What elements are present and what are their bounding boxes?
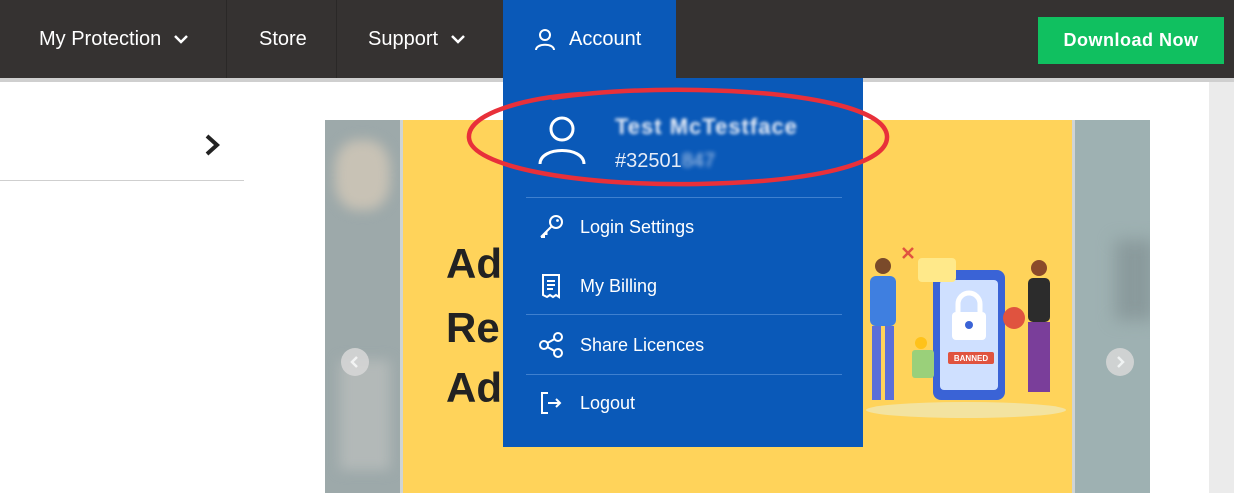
- nav-store-label: Store: [259, 27, 307, 50]
- nav-support[interactable]: Support: [368, 0, 466, 78]
- carousel-next-button[interactable]: [1106, 348, 1134, 376]
- nav-my-protection[interactable]: My Protection: [39, 0, 189, 78]
- account-profile: Test McTestface #32501847: [466, 78, 890, 198]
- logout-icon: [541, 392, 562, 414]
- menu-item-login-settings[interactable]: Login Settings: [526, 202, 842, 252]
- nav-support-label: Support: [368, 27, 439, 50]
- share-icon: [539, 332, 563, 358]
- carousel-prev-button[interactable]: [341, 348, 369, 376]
- banner-headline-line-3: Ad: [446, 364, 502, 411]
- chevron-down-icon: [174, 35, 189, 44]
- chevron-left-icon: [350, 356, 358, 368]
- nav-separator: [336, 0, 337, 78]
- menu-item-label: My Billing: [580, 275, 658, 296]
- menu-item-label: Login Settings: [580, 216, 695, 237]
- nav-store[interactable]: Store: [259, 0, 307, 78]
- chevron-right-icon: [1117, 356, 1125, 368]
- menu-item-my-billing[interactable]: My Billing: [526, 261, 842, 311]
- phone-lock-illustration: BANNED: [866, 247, 1066, 418]
- menu-divider: [526, 314, 842, 315]
- carousel-next-slide: [1075, 120, 1150, 493]
- banned-badge: BANNED: [954, 354, 988, 363]
- key-icon: [540, 215, 563, 238]
- chevron-down-icon: [451, 35, 465, 44]
- download-now-button[interactable]: Download Now: [1038, 17, 1224, 64]
- menu-item-label: Share Licences: [580, 334, 705, 355]
- menu-divider: [526, 197, 842, 198]
- menu-divider: [526, 374, 842, 375]
- banner-headline-line-1: Ad: [446, 240, 502, 287]
- menu-item-label: Logout: [580, 392, 636, 413]
- menu-item-logout[interactable]: Logout: [526, 378, 842, 428]
- nav-my-protection-label: My Protection: [39, 27, 162, 50]
- chevron-right-icon[interactable]: [200, 132, 224, 158]
- nav-separator: [226, 0, 227, 78]
- sidebar-divider: [0, 180, 244, 181]
- carousel-prev-slide: [325, 120, 400, 493]
- account-dropdown-menu: Test McTestface #32501847 Login Settings…: [466, 78, 890, 447]
- red-highlight-ellipse: [466, 87, 890, 187]
- receipt-icon: [542, 274, 560, 299]
- right-panel-edge: [1209, 82, 1234, 493]
- nav-account[interactable]: Account: [503, 0, 676, 78]
- nav-account-label: Account: [569, 27, 642, 50]
- menu-item-share-licences[interactable]: Share Licences: [526, 320, 842, 370]
- banner-headline-line-2: Re: [446, 304, 500, 351]
- user-icon: [535, 29, 555, 51]
